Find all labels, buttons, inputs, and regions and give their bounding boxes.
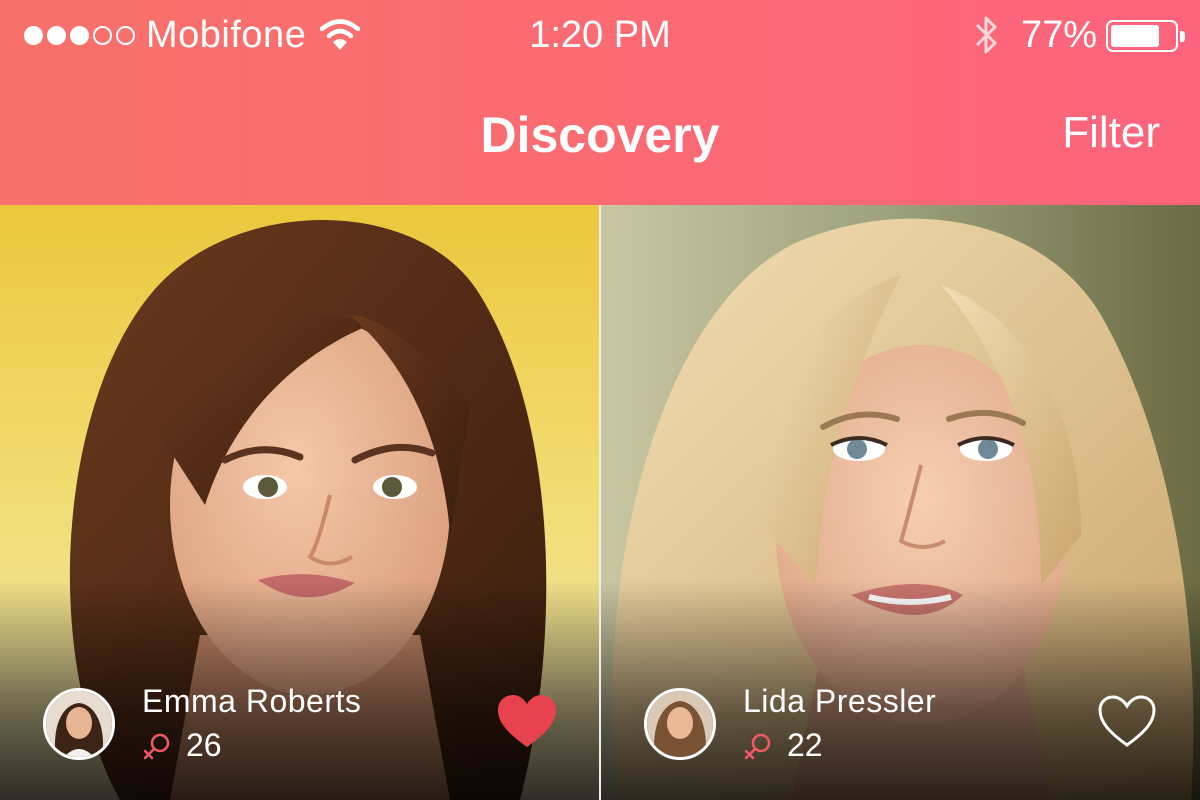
header: Mobifone 1:20 PM 77% Discovery Filter [0, 0, 1200, 205]
battery-level [1111, 25, 1159, 47]
profile-name: Lida Pressler [743, 683, 937, 719]
female-symbol-icon [143, 733, 170, 759]
heart-filled-icon[interactable] [496, 693, 558, 749]
discovery-screen: Mobifone 1:20 PM 77% Discovery Filter Em… [0, 0, 1200, 800]
profile-age: 22 [787, 727, 823, 763]
profile-age-row: 26 [142, 727, 222, 764]
battery-percent: 77% [1021, 14, 1098, 56]
status-time: 1:20 PM [529, 14, 671, 56]
profile-age: 26 [186, 727, 222, 763]
avatar[interactable] [644, 688, 716, 760]
filter-button[interactable]: Filter [1062, 108, 1160, 158]
profile-card[interactable]: Lida Pressler 22 [601, 205, 1200, 800]
profile-age-row: 22 [743, 727, 823, 764]
heart-outline-icon[interactable] [1096, 693, 1158, 749]
profile-card[interactable]: Emma Roberts 26 [0, 205, 599, 800]
avatar-image [46, 691, 112, 757]
profile-name: Emma Roberts [142, 683, 362, 719]
battery-cap [1180, 31, 1185, 42]
avatar[interactable] [43, 688, 115, 760]
female-symbol-icon [744, 733, 771, 759]
avatar-image [647, 691, 713, 757]
battery-icon [1106, 20, 1185, 52]
status-bar: Mobifone 1:20 PM 77% [0, 0, 1200, 72]
page-title: Discovery [480, 107, 720, 163]
bluetooth-icon [975, 16, 997, 54]
